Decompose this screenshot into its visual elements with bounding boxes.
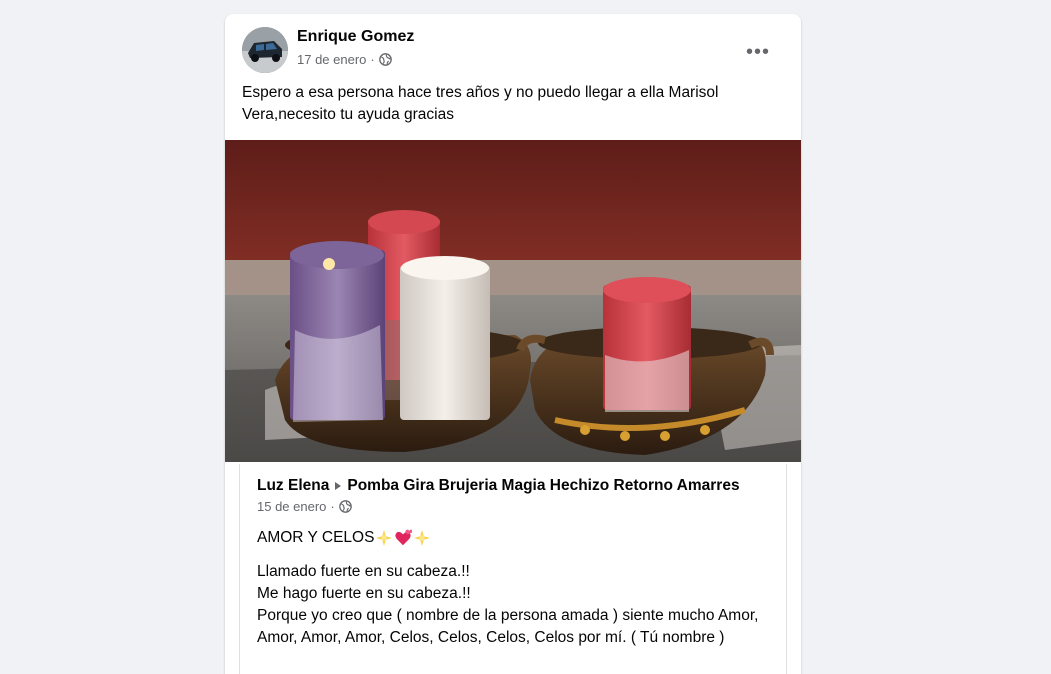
more-options-button[interactable]: •••: [740, 34, 776, 70]
shared-post-meta: 15 de enero ·: [257, 499, 776, 514]
meta-separator: ·: [370, 52, 375, 67]
shared-post-title-row: AMOR Y CELOS: [257, 527, 772, 549]
shared-post[interactable]: Luz Elena Pomba Gira Brujeria Magia Hech…: [239, 464, 787, 674]
candles-photo[interactable]: [225, 140, 801, 462]
shared-post-line: Llamado fuerte en su cabeza.!!: [257, 563, 470, 580]
shared-post-body: AMOR Y CELOS Llamado fuerte en su cabeza…: [257, 527, 772, 649]
avatar-image: [242, 27, 288, 73]
avatar[interactable]: [242, 27, 288, 73]
shared-post-authors: Luz Elena Pomba Gira Brujeria Magia Hech…: [257, 477, 776, 495]
post-text: Espero a esa persona hace tres años y no…: [242, 84, 719, 123]
shared-author-name[interactable]: Luz Elena: [257, 477, 329, 495]
post-date[interactable]: 17 de enero: [297, 52, 366, 67]
more-options-icon: •••: [745, 40, 770, 63]
shared-post-title: AMOR Y CELOS: [257, 529, 375, 546]
shared-post-date[interactable]: 15 de enero: [257, 499, 326, 514]
sparkle-emoji: [376, 529, 393, 547]
triangle-right-icon: [335, 482, 342, 490]
shared-post-line: Me hago fuerte en su cabeza.!!: [257, 585, 471, 602]
post-author-name[interactable]: Enrique Gomez: [297, 28, 414, 46]
shared-group-name[interactable]: Pomba Gira Brujeria Magia Hechizo Retorn…: [347, 477, 739, 495]
meta-separator: ·: [330, 499, 335, 514]
globe-icon[interactable]: [378, 53, 392, 66]
globe-icon[interactable]: [338, 500, 352, 513]
hearts-emoji: [395, 529, 413, 546]
shared-post-line: Porque yo creo que ( nombre de la person…: [257, 607, 759, 646]
shared-post-header: Luz Elena Pomba Gira Brujeria Magia Hech…: [257, 477, 776, 514]
post-meta: 17 de enero ·: [297, 52, 392, 67]
post-card: Enrique Gomez 17 de enero · ••• Espero a…: [225, 14, 801, 674]
post-header: Enrique Gomez 17 de enero · •••: [242, 26, 784, 76]
sparkle-emoji: [414, 529, 431, 547]
